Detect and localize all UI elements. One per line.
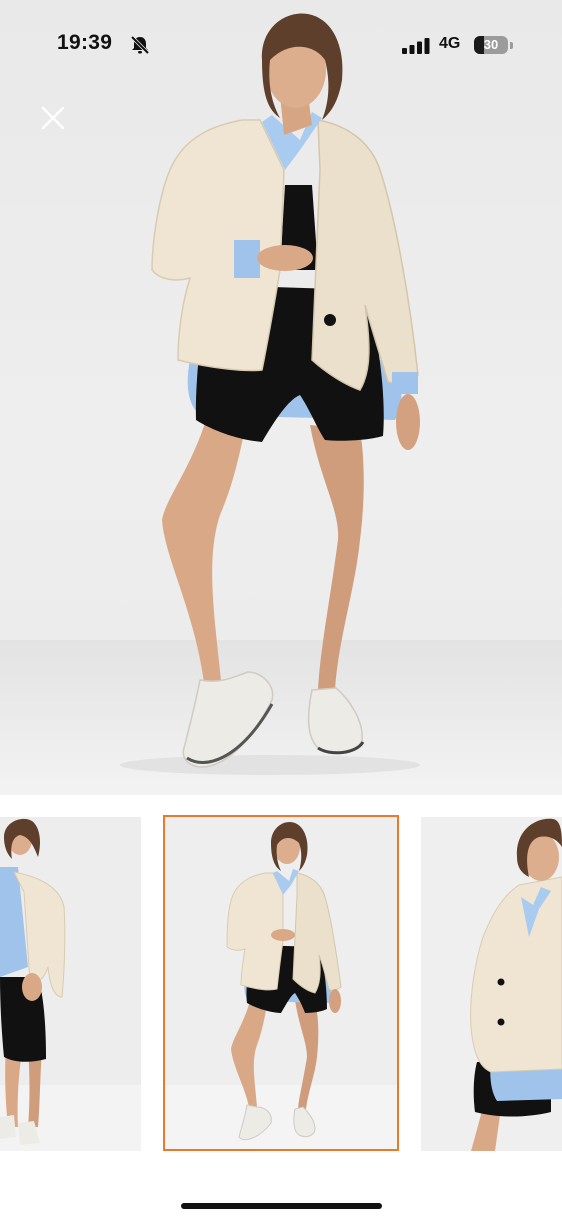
thumbnail-2[interactable]	[163, 815, 399, 1151]
battery-level: 30	[483, 37, 499, 52]
thumbnail-2-photo	[165, 817, 397, 1149]
home-indicator[interactable]	[181, 1203, 382, 1209]
battery-fill	[474, 36, 485, 54]
close-icon	[41, 106, 65, 130]
close-button[interactable]	[38, 103, 68, 133]
cellular-signal-icon	[402, 38, 430, 59]
bell-slash-icon	[129, 35, 151, 60]
thumbnail-3[interactable]	[421, 817, 562, 1151]
thumbnail-strip[interactable]	[0, 815, 562, 1155]
thumbnail-1-photo	[0, 817, 141, 1151]
status-bar: 19:39 4G 30	[0, 0, 562, 90]
battery-tip	[510, 42, 513, 49]
network-type: 4G	[439, 35, 461, 52]
product-image-main[interactable]: 19:39 4G 30	[0, 0, 562, 795]
thumbnail-3-photo	[421, 817, 562, 1151]
model-photo	[120, 13, 420, 775]
thumbnail-1[interactable]	[0, 817, 141, 1151]
status-time: 19:39	[57, 31, 113, 54]
battery-icon: 30	[474, 36, 508, 54]
